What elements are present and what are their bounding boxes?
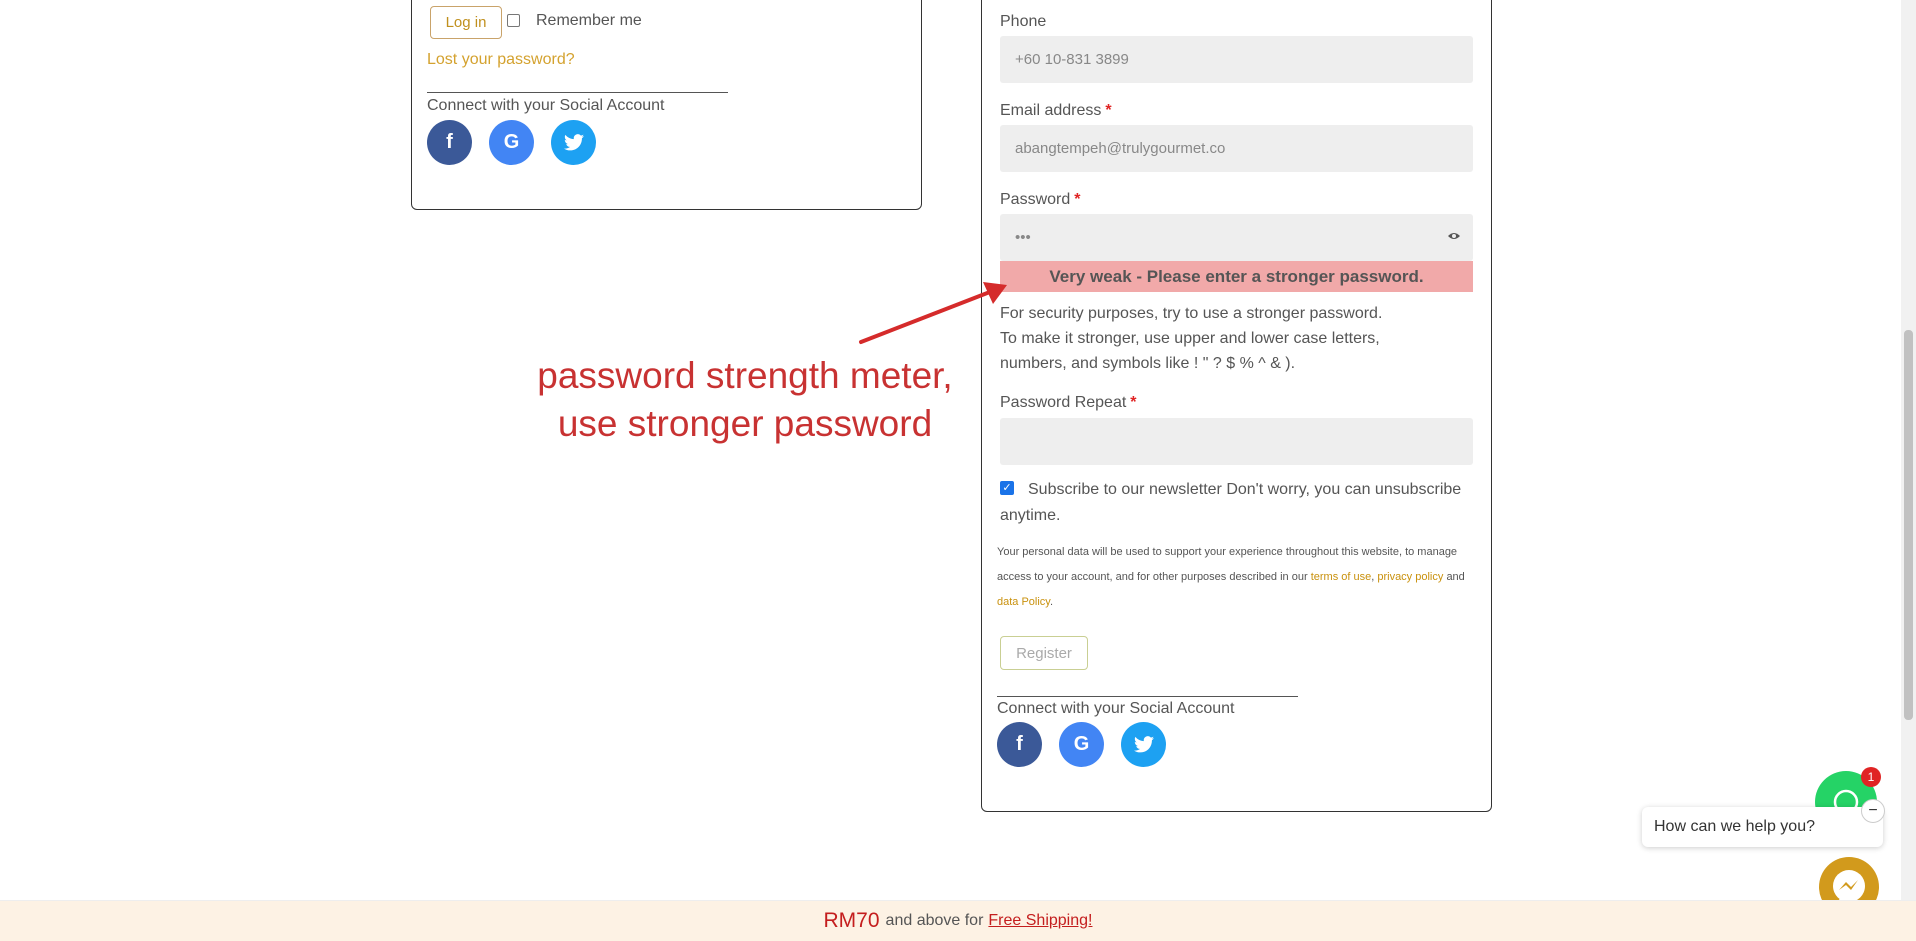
divider (997, 696, 1298, 697)
terms-of-use-link[interactable]: terms of use (1311, 571, 1372, 583)
phone-field[interactable]: +60 10-831 3899 (1000, 36, 1473, 83)
hint-line: For security purposes, try to use a stro… (1000, 305, 1383, 322)
google-login-button[interactable]: G (489, 120, 534, 165)
remember-me-checkbox[interactable] (507, 14, 520, 27)
login-button[interactable]: Log in (430, 6, 502, 39)
facebook-login-button[interactable]: f (427, 120, 472, 165)
phone-value: +60 10-831 3899 (1015, 51, 1129, 68)
google-icon: G (503, 131, 520, 153)
privacy-notice: Your personal data will be used to suppo… (997, 540, 1473, 615)
data-policy-link[interactable]: data Policy (997, 596, 1050, 608)
chat-prompt-text: How can we help you? (1654, 818, 1815, 835)
twitter-icon (563, 134, 584, 151)
shipping-text: and above for (885, 912, 984, 929)
hint-line: numbers, and symbols like ! " ? $ % ^ & … (1000, 355, 1296, 372)
register-button[interactable]: Register (1000, 636, 1088, 670)
free-shipping-link[interactable]: Free Shipping! (988, 912, 1092, 930)
required-mark: * (1130, 394, 1137, 411)
phone-label: Phone (1000, 13, 1047, 30)
google-register-button[interactable]: G (1059, 722, 1104, 767)
annotation-line: use stronger password (557, 403, 933, 444)
facebook-icon: f (1016, 733, 1023, 755)
password-repeat-label-text: Password Repeat (1000, 394, 1127, 411)
email-label: Email address * (1000, 102, 1112, 120)
required-mark: * (1074, 191, 1081, 208)
remember-me-label: Remember me (536, 12, 642, 29)
email-field[interactable]: abangtempeh@trulygourmet.co (1000, 125, 1473, 172)
password-label: Password * (1000, 191, 1080, 209)
password-hint: For security purposes, try to use a stro… (1000, 301, 1470, 376)
facebook-icon: f (446, 131, 453, 153)
twitter-register-button[interactable] (1121, 722, 1166, 767)
annotation-text: password strength meter, use stronger pa… (515, 352, 975, 448)
twitter-icon (1133, 736, 1154, 753)
lost-password-link[interactable]: Lost your password? (427, 51, 575, 69)
email-value: abangtempeh@trulygourmet.co (1015, 140, 1226, 157)
required-mark: * (1105, 102, 1112, 119)
notification-badge: 1 (1861, 767, 1881, 787)
strength-text: Very weak - Please enter a stronger pass… (1049, 266, 1424, 286)
twitter-login-button[interactable] (551, 120, 596, 165)
password-field[interactable]: ••• (1000, 214, 1473, 261)
annotation-arrow-icon (859, 282, 1007, 344)
annotation-line: password strength meter, (537, 355, 953, 396)
divider (427, 92, 728, 93)
facebook-register-button[interactable]: f (997, 722, 1042, 767)
chat-prompt-bubble[interactable]: How can we help you? (1642, 807, 1883, 847)
period: . (1050, 596, 1054, 608)
email-label-text: Email address (1000, 102, 1102, 119)
password-repeat-field[interactable] (1000, 418, 1473, 465)
social-connect-label: Connect with your Social Account (997, 700, 1235, 717)
password-value: ••• (1015, 229, 1031, 246)
show-password-eye-icon[interactable] (1447, 231, 1461, 241)
social-connect-label: Connect with your Social Account (427, 97, 665, 114)
and-text: and (1446, 571, 1465, 583)
privacy-policy-link[interactable]: privacy policy (1377, 571, 1443, 583)
password-label-text: Password (1000, 191, 1071, 208)
newsletter-checkbox[interactable]: ✓ (1000, 481, 1014, 495)
password-repeat-label: Password Repeat * (1000, 394, 1137, 412)
password-strength-meter: Very weak - Please enter a stronger pass… (1000, 261, 1473, 292)
hint-line: To make it stronger, use upper and lower… (1000, 330, 1380, 347)
free-shipping-banner: RM70 and above for Free Shipping! (0, 900, 1916, 941)
close-chat-prompt-button[interactable]: − (1861, 799, 1885, 823)
google-icon: G (1073, 733, 1090, 755)
comma: , (1371, 571, 1375, 583)
shipping-threshold: RM70 (823, 909, 880, 932)
newsletter-label: Subscribe to our newsletter Don't worry,… (1000, 481, 1462, 524)
scrollbar-thumb[interactable] (1904, 330, 1913, 720)
